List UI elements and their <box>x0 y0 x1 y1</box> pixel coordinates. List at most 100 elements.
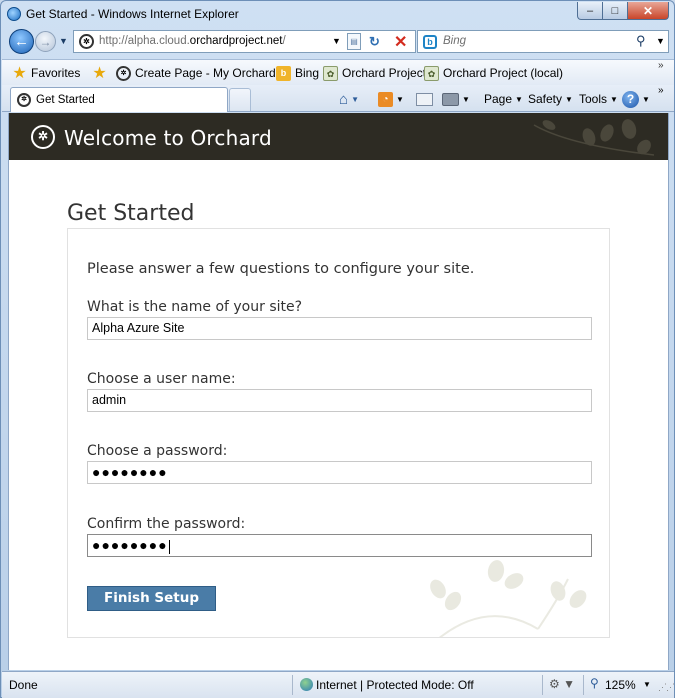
text-caret <box>168 539 170 554</box>
minimize-button[interactable]: – <box>577 2 603 20</box>
maximize-button[interactable]: □ <box>602 2 628 20</box>
chevron-down-icon: ▼ <box>515 94 523 104</box>
password-input[interactable]: ●●●●●●●● <box>87 461 592 484</box>
help-button[interactable]: ? ▼ <box>622 90 650 108</box>
site-header: ✲ Welcome to Orchard <box>9 113 668 160</box>
printer-icon <box>442 92 459 106</box>
url-domain: orchardproject.net <box>189 35 283 47</box>
chevron-down-icon: ▼ <box>565 94 573 104</box>
confirm-password-label: Confirm the password: <box>87 516 246 532</box>
favorite-link-orchard-local[interactable]: ✿ Orchard Project (local) <box>424 64 563 82</box>
zoom-magnifier-icon[interactable]: ⚲ <box>590 676 599 690</box>
site-name-label: What is the name of your site? <box>87 299 303 315</box>
rss-feed-icon: ◔ <box>378 91 393 107</box>
chevron-down-icon[interactable]: ▼ <box>462 95 470 104</box>
url-prefix: http://alpha.cloud. <box>99 35 190 47</box>
zoom-dropdown-icon[interactable]: ▼ <box>643 680 651 689</box>
favorites-label: Favorites <box>31 66 81 80</box>
chevron-down-icon[interactable]: ▼ <box>351 95 359 104</box>
intro-text: Please answer a few questions to configu… <box>87 261 475 277</box>
status-divider <box>542 675 543 695</box>
bing-icon: b <box>276 65 291 81</box>
chevron-down-icon[interactable]: ▼ <box>396 95 404 104</box>
search-icon[interactable]: ⚲ <box>636 33 646 49</box>
manage-addons-icon[interactable]: ⚙ ▼ <box>549 677 575 691</box>
tab-label: Get Started <box>36 94 95 106</box>
home-button[interactable]: ⌂ ▼ <box>339 90 359 108</box>
url-suffix: / <box>282 35 286 47</box>
password-mask: ●●●●●●●● <box>92 464 168 480</box>
username-input[interactable]: admin <box>87 389 592 412</box>
tab-get-started[interactable]: ✲ Get Started <box>10 87 228 112</box>
tools-menu-label: Tools <box>579 92 608 106</box>
favorite-link-label: Orchard Project <box>342 66 427 80</box>
security-zone-text[interactable]: Internet | Protected Mode: Off <box>316 678 474 692</box>
favorites-overflow-chevron-icon[interactable]: » <box>658 60 664 71</box>
add-favorite-star-icon: ★ <box>92 64 107 82</box>
read-mail-icon[interactable] <box>416 93 433 106</box>
bing-search-provider-icon: b <box>423 35 437 49</box>
address-row: ← → ▼ ✲ http://alpha.cloud.orchardprojec… <box>1 27 674 58</box>
favorite-link-create-page[interactable]: ✲ Create Page - My Orchard... <box>116 64 286 82</box>
tools-menu[interactable]: Tools ▼ <box>579 90 618 108</box>
search-placeholder[interactable]: Bing <box>443 35 466 47</box>
help-icon: ? <box>622 90 639 108</box>
favorites-button[interactable]: ★ Favorites <box>12 64 80 82</box>
feeds-button[interactable]: ◔ ▼ <box>378 90 404 108</box>
add-to-favorites-bar-button[interactable]: ★ <box>92 64 111 82</box>
search-options-dropdown-icon[interactable]: ▼ <box>656 36 665 46</box>
tab-and-command-bar: ✲ Get Started ⌂ ▼ ◔ ▼ ▼ Page ▼ Safety ▼ Tool… <box>2 85 674 112</box>
username-label: Choose a user name: <box>87 371 236 387</box>
status-divider <box>292 675 293 695</box>
favorite-link-label: Create Page - My Orchard... <box>135 66 286 80</box>
back-button[interactable]: ← <box>9 29 34 54</box>
recent-pages-dropdown-icon[interactable]: ▼ <box>59 36 68 46</box>
internet-explorer-icon <box>7 7 21 21</box>
decorative-leaves-icon <box>533 119 655 156</box>
favorites-star-icon: ★ <box>12 64 27 82</box>
address-url[interactable]: http://alpha.cloud.orchardproject.net/ <box>99 35 286 47</box>
favorites-bar: ★ Favorites ★ ✲ Create Page - My Orchard… <box>2 59 674 85</box>
password-label: Choose a password: <box>87 443 228 459</box>
new-tab-button[interactable] <box>229 88 251 111</box>
command-bar-overflow-chevron-icon[interactable]: » <box>658 85 664 96</box>
favorite-link-label: Orchard Project (local) <box>443 66 564 80</box>
internet-zone-globe-icon <box>300 678 313 691</box>
compatibility-view-icon[interactable]: ▤ <box>347 33 361 50</box>
orchard-leaf-icon: ✿ <box>424 65 439 81</box>
favorite-link-bing[interactable]: b Bing <box>276 64 319 82</box>
page-menu-label: Page <box>484 92 513 106</box>
title-bar: Get Started - Windows Internet Explorer … <box>1 1 674 27</box>
window-title: Get Started - Windows Internet Explorer <box>26 7 239 21</box>
refresh-icon[interactable]: ↻ <box>369 34 380 50</box>
close-button[interactable]: ✕ <box>627 2 669 20</box>
search-box[interactable]: b Bing ⚲ ▼ <box>417 30 669 53</box>
confirm-password-mask: ●●●●●●●● <box>92 537 168 553</box>
status-text: Done <box>9 678 38 692</box>
site-header-title: Welcome to Orchard <box>64 126 272 150</box>
favorite-link-label: Bing <box>295 66 320 80</box>
orchard-favicon-icon: ✲ <box>17 93 31 107</box>
page-menu[interactable]: Page ▼ <box>484 90 523 108</box>
orchard-icon: ✲ <box>116 65 131 81</box>
finish-setup-button[interactable]: Finish Setup <box>87 586 216 611</box>
status-divider <box>583 675 584 695</box>
address-dropdown-icon[interactable]: ▼ <box>332 36 341 46</box>
orchard-leaf-icon: ✿ <box>323 65 338 81</box>
page-viewport: ✲ Welcome to Orchard Get Started Please … <box>8 113 669 670</box>
status-bar: Done Internet | Protected Mode: Off ⚙ ▼ … <box>2 671 675 698</box>
chevron-down-icon: ▼ <box>610 94 618 104</box>
zoom-level[interactable]: 125% <box>605 678 636 692</box>
page-heading: Get Started <box>67 201 195 226</box>
print-button[interactable]: ▼ <box>442 90 470 108</box>
stop-icon[interactable]: ✕ <box>394 32 407 52</box>
resize-grip-icon[interactable]: ⋰⋰ <box>658 682 675 693</box>
site-name-input[interactable]: Alpha Azure Site <box>87 317 592 340</box>
confirm-password-input[interactable]: ●●●●●●●● <box>87 534 592 557</box>
decorative-leaves-icon <box>430 560 587 637</box>
chevron-down-icon[interactable]: ▼ <box>642 95 650 104</box>
forward-button[interactable]: → <box>35 31 56 52</box>
favorite-link-orchard-project[interactable]: ✿ Orchard Project <box>323 64 426 82</box>
address-bar[interactable]: ✲ http://alpha.cloud.orchardproject.net/… <box>73 30 416 53</box>
safety-menu[interactable]: Safety ▼ <box>528 90 573 108</box>
